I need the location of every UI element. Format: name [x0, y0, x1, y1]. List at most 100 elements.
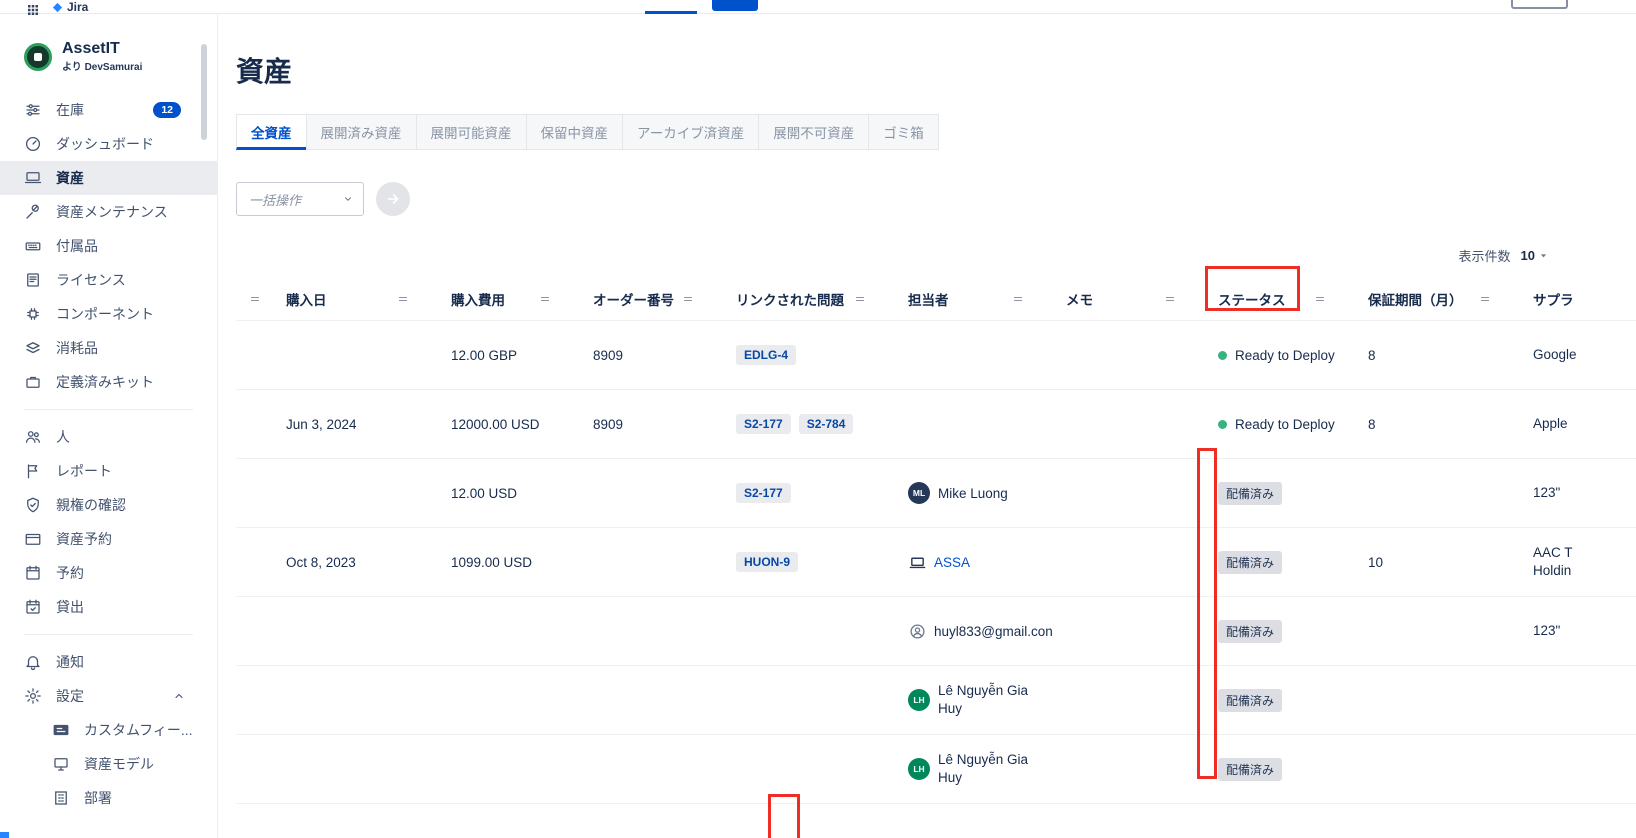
cell-assignee: huyl833@gmail.con	[896, 622, 1054, 640]
filter-icon[interactable]	[1479, 293, 1491, 305]
custody-icon	[24, 496, 42, 514]
cell-linked-issues: S2-177	[724, 483, 896, 503]
topbar-primary-button[interactable]	[712, 0, 758, 11]
page-size-label: 表示件数	[1459, 246, 1511, 265]
issue-chip[interactable]: S2-177	[736, 414, 791, 434]
sidebar-item-label: 通知	[56, 652, 84, 672]
table-row[interactable]: 12.00 GBP 8909 EDLG-4 Ready to Deploy 8 …	[236, 321, 1636, 390]
cell-linked-issues: EDLG-4	[724, 345, 896, 365]
custom-field-icon	[52, 721, 70, 739]
filter-icon[interactable]	[1164, 293, 1176, 305]
sidebar-item-assets[interactable]: 資産	[0, 161, 217, 195]
filter-icon[interactable]	[539, 293, 551, 305]
sidebar-item-dashboard[interactable]: ダッシュボード	[0, 127, 217, 161]
main-content: 資産 全資産 展開済み資産 展開可能資産 保留中資産 アーカイブ済資産 展開不可…	[218, 14, 1636, 838]
tab-all-assets[interactable]: 全資産	[236, 114, 307, 150]
filter-icon[interactable]	[1314, 293, 1326, 305]
sidebar-item-reports[interactable]: レポート	[0, 454, 217, 488]
issue-chip[interactable]: HUON-9	[736, 552, 798, 572]
sidebar-item-inventory[interactable]: 在庫 12	[0, 93, 217, 127]
sidebar-item-checkout[interactable]: 貸出	[0, 590, 217, 624]
sidebar-item-notifications[interactable]: 通知	[0, 645, 217, 679]
person-icon	[908, 622, 926, 640]
sidebar-scrollbar[interactable]	[201, 44, 207, 140]
sidebar-item-components[interactable]: コンポーネント	[0, 297, 217, 331]
table-row[interactable]: LHLê Nguyễn Gia Huy 配備済み	[236, 735, 1636, 804]
sidebar-item-booking[interactable]: 予約	[0, 556, 217, 590]
sidebar-item-label: ダッシュボード	[56, 134, 154, 154]
sidebar-item-settings[interactable]: 設定	[0, 679, 217, 713]
chevron-up-icon[interactable]	[173, 690, 185, 702]
topbar-search-input[interactable]	[1511, 0, 1568, 9]
table-row[interactable]: Oct 8, 2023 1099.00 USD HUON-9 ASSA 配備済み…	[236, 528, 1636, 597]
col-header-memo: メモ	[1054, 289, 1206, 309]
page-size-value: 10	[1521, 248, 1535, 263]
active-nav-tab-indicator	[645, 11, 697, 14]
cell-status: 配備済み	[1206, 482, 1356, 505]
avatar: LH	[908, 689, 930, 711]
col-header-status: ステータス	[1206, 289, 1356, 309]
consumables-icon	[24, 339, 42, 357]
page-size-select[interactable]: 10	[1521, 248, 1548, 263]
bulk-action-go-button[interactable]	[376, 182, 410, 216]
sidebar-item-asset-reservation[interactable]: 資産予約	[0, 522, 217, 556]
issue-chip[interactable]: S2-784	[799, 414, 854, 434]
sidebar-item-custody-confirmation[interactable]: 親権の確認	[0, 488, 217, 522]
assignee-name: Lê Nguyễn Gia Huy	[938, 751, 1038, 786]
tab-archived-assets[interactable]: アーカイブ済資産	[622, 114, 759, 150]
sidebar-item-label: 資産	[56, 168, 84, 188]
page-title: 資産	[236, 50, 1636, 90]
sidebar-item-predefined-kits[interactable]: 定義済みキット	[0, 365, 217, 399]
cell-purchase-date: Oct 8, 2023	[274, 555, 439, 570]
sidebar-item-licenses[interactable]: ライセンス	[0, 263, 217, 297]
bulk-action-select[interactable]: 一括操作	[236, 182, 364, 216]
sidebar-item-label: 資産メンテナンス	[56, 202, 168, 222]
table-row[interactable]: Jun 3, 2024 12000.00 USD 8909 S2-177S2-7…	[236, 390, 1636, 459]
jira-logo[interactable]: Jira	[52, 0, 88, 14]
cell-warranty: 8	[1356, 348, 1521, 363]
cell-status: Ready to Deploy	[1206, 348, 1356, 363]
sidebar-item-accessories[interactable]: 付属品	[0, 229, 217, 263]
table-row[interactable]: LHLê Nguyễn Gia Huy 配備済み	[236, 666, 1636, 735]
tab-trash[interactable]: ゴミ箱	[868, 114, 939, 150]
sidebar-item-label: コンポーネント	[56, 304, 154, 324]
sidebar-item-consumables[interactable]: 消耗品	[0, 331, 217, 365]
tab-deployed-assets[interactable]: 展開済み資産	[306, 114, 417, 150]
license-icon	[24, 271, 42, 289]
sidebar-item-people[interactable]: 人	[0, 420, 217, 454]
filter-icon[interactable]	[682, 293, 694, 305]
table-header-row: 購入日 購入費用 オーダー番号 リンクされた問題 担当者 メモ ステータス 保証…	[236, 277, 1636, 321]
status-label: Ready to Deploy	[1235, 417, 1335, 432]
status-badge: 配備済み	[1218, 482, 1282, 505]
asset-filter-tabs: 全資産 展開済み資産 展開可能資産 保留中資産 アーカイブ済資産 展開不可資産 …	[236, 114, 1636, 150]
filter-icon[interactable]	[397, 293, 409, 305]
sidebar-item-custom-fields[interactable]: カスタムフィー...	[0, 713, 217, 747]
app-switcher-icon[interactable]	[28, 2, 38, 20]
asset-link[interactable]: ASSA	[934, 555, 970, 570]
sidebar-item-departments[interactable]: 部署	[0, 781, 217, 815]
filter-icon[interactable]	[1012, 293, 1024, 305]
table-row[interactable]: 12.00 USD S2-177 MLMike Luong 配備済み 123"	[236, 459, 1636, 528]
filter-icon[interactable]	[249, 293, 261, 305]
issue-chip[interactable]: S2-177	[736, 483, 791, 503]
booking-icon	[24, 564, 42, 582]
table-row-partial[interactable]	[236, 804, 1636, 838]
tab-pending-assets[interactable]: 保留中資産	[526, 114, 624, 150]
status-badge: 配備済み	[1218, 689, 1282, 712]
cell-supplier: AAC T Holdin	[1521, 544, 1636, 579]
checkout-icon	[24, 598, 42, 616]
sidebar-item-label: レポート	[56, 461, 112, 481]
cell-assignee: ASSA	[896, 553, 1054, 571]
filter-icon[interactable]	[854, 293, 866, 305]
tab-deployable-assets[interactable]: 展開可能資産	[416, 114, 527, 150]
sidebar-item-asset-models[interactable]: 資産モデル	[0, 747, 217, 781]
sidebar-item-asset-maintenance[interactable]: 資産メンテナンス	[0, 195, 217, 229]
sidebar-item-label: 部署	[84, 788, 112, 808]
cell-assignee: LHLê Nguyễn Gia Huy	[896, 682, 1054, 717]
avatar: ML	[908, 482, 930, 504]
notification-icon	[24, 653, 42, 671]
table-row[interactable]: huyl833@gmail.con 配備済み 123"	[236, 597, 1636, 666]
tab-undeployable-assets[interactable]: 展開不可資産	[758, 114, 869, 150]
issue-chip[interactable]: EDLG-4	[736, 345, 796, 365]
status-badge: 配備済み	[1218, 551, 1282, 574]
